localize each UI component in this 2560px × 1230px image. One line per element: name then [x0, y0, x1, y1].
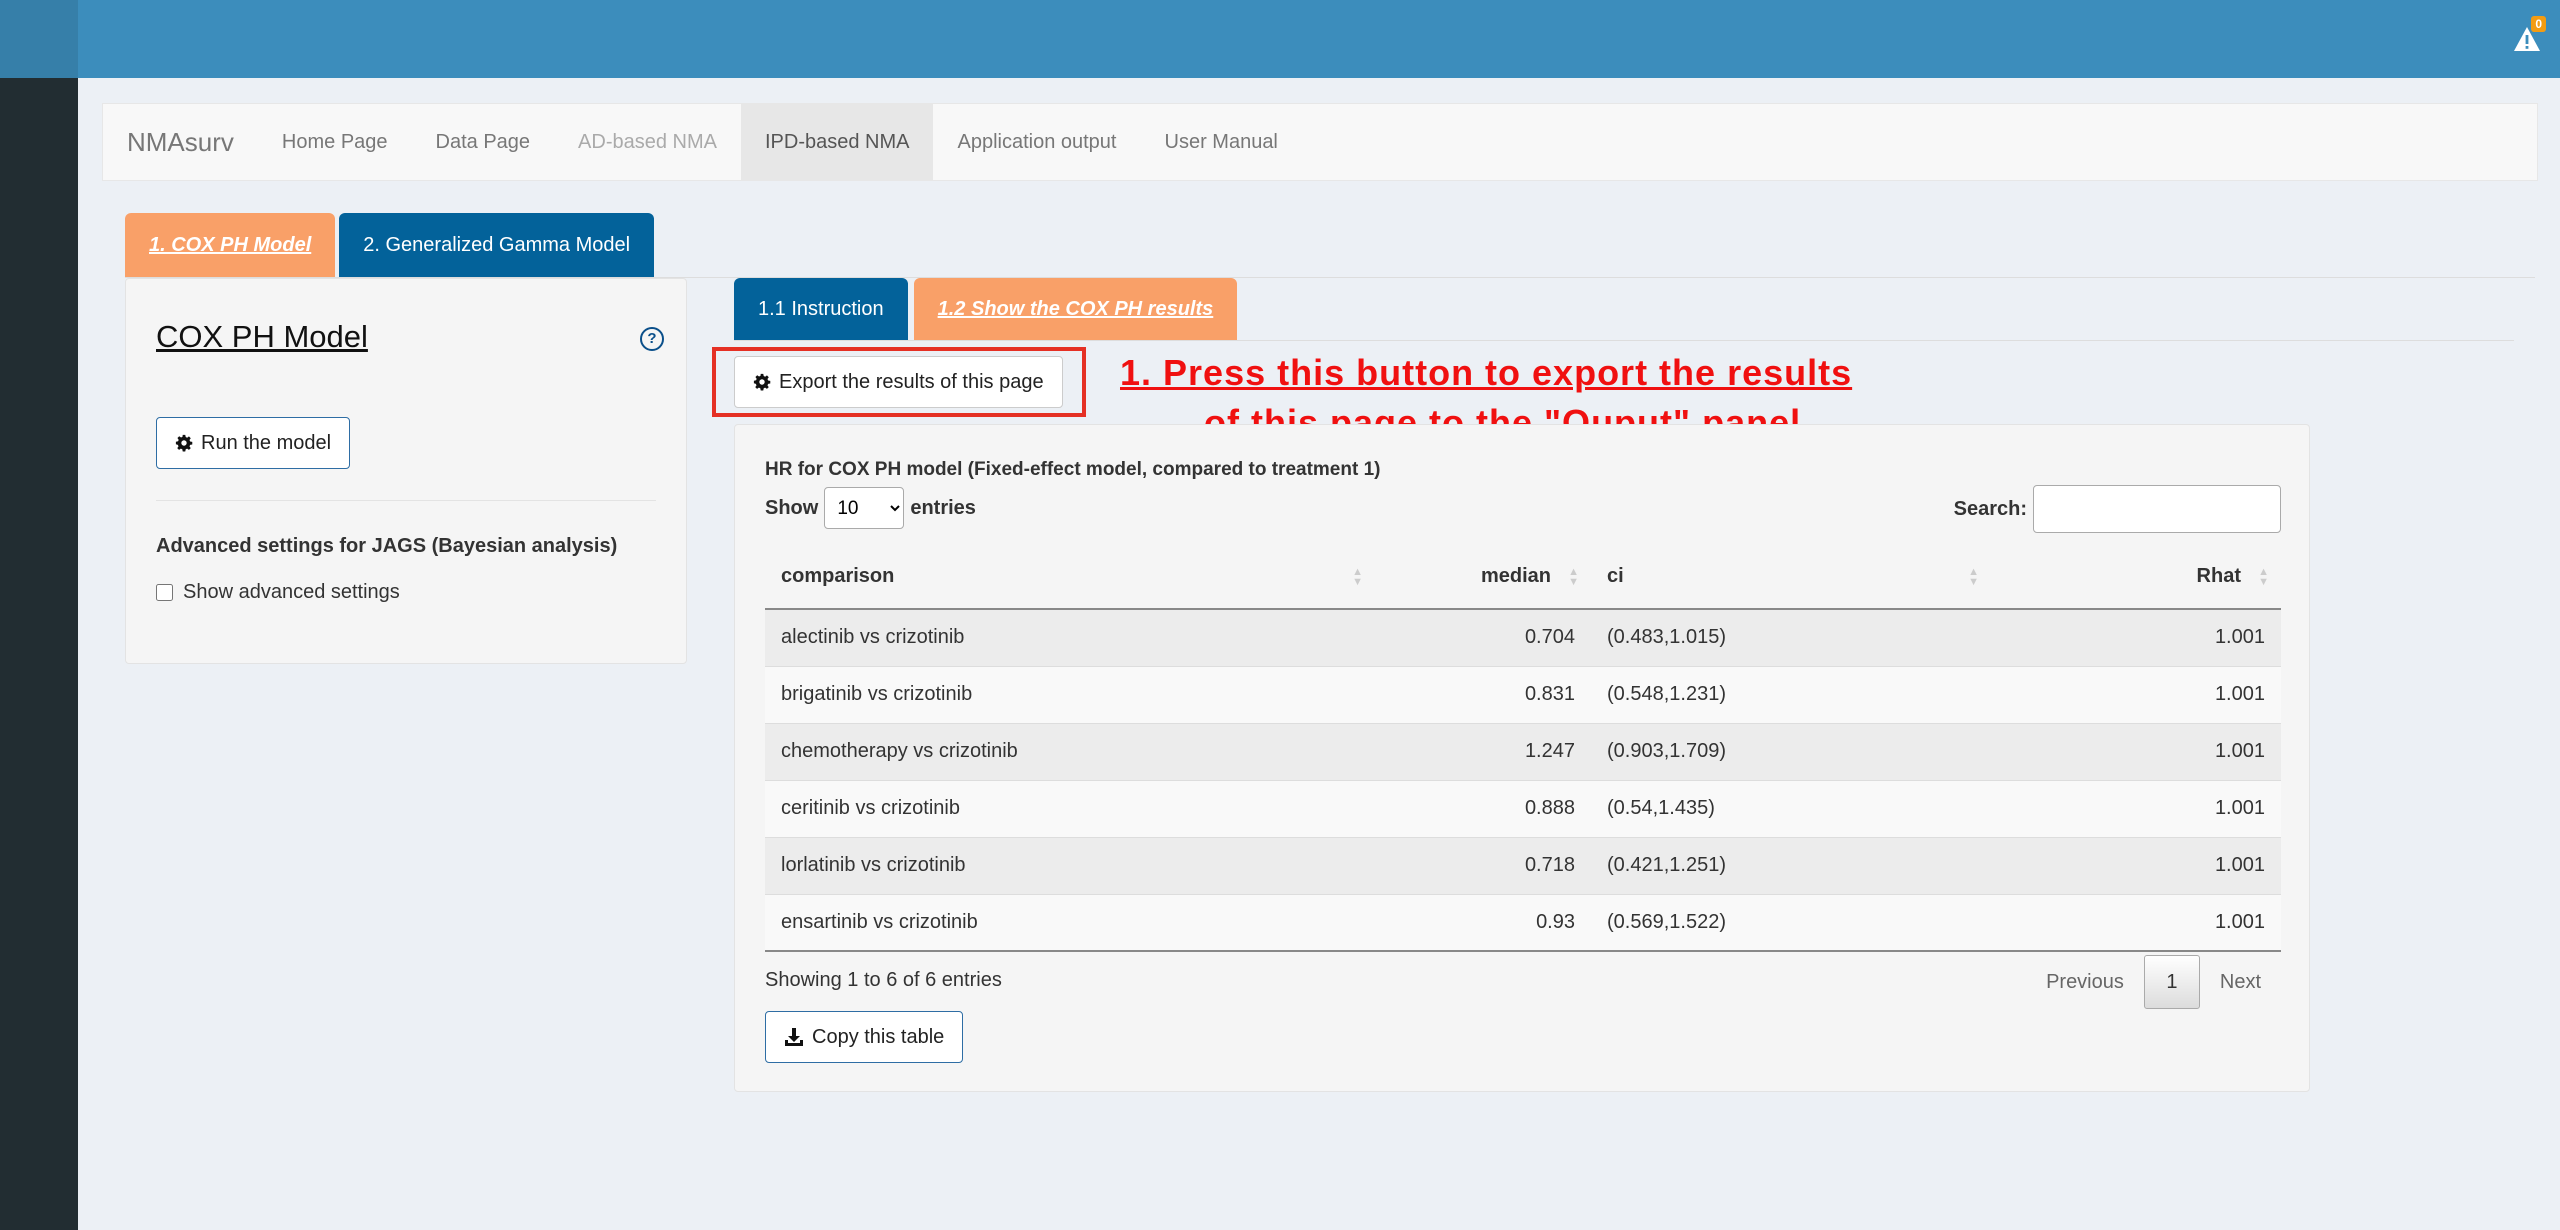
show-advanced-settings-checkbox[interactable]	[156, 584, 173, 601]
cell-comparison: alectinib vs crizotinib	[765, 608, 1375, 666]
annotation-line-1: 1. Press this button to export the resul…	[1120, 352, 1853, 393]
show-advanced-settings-label: Show advanced settings	[183, 581, 400, 603]
advanced-settings-title: Advanced settings for JAGS (Bayesian ana…	[156, 535, 618, 557]
cell-rhat: 1.001	[1991, 779, 2281, 837]
table-row[interactable]: lorlatinib vs crizotinib 0.718 (0.421,1.…	[765, 836, 2281, 894]
cell-ci: (0.548,1.231)	[1591, 665, 1991, 723]
table-row[interactable]: brigatinib vs crizotinib 0.831 (0.548,1.…	[765, 665, 2281, 723]
cell-comparison: lorlatinib vs crizotinib	[765, 836, 1375, 894]
table-row[interactable]: ensartinib vs crizotinib 0.93 (0.569,1.5…	[765, 893, 2281, 952]
model-settings-panel: COX PH Model ? Run the model Advanced se…	[125, 278, 687, 664]
cell-median: 1.247	[1375, 722, 1591, 780]
cell-median: 0.831	[1375, 665, 1591, 723]
cell-comparison: brigatinib vs crizotinib	[765, 665, 1375, 723]
cell-rhat: 1.001	[1991, 836, 2281, 894]
results-table-panel: HR for COX PH model (Fixed-effect model,…	[734, 424, 2310, 1092]
entries-label: entries	[910, 496, 976, 519]
app-brand[interactable]: NMAsurv	[103, 103, 258, 181]
table-info: Showing 1 to 6 of 6 entries	[765, 969, 1002, 991]
nav-user-manual[interactable]: User Manual	[1141, 103, 1302, 181]
sort-arrows-icon: ▲ ▼	[1968, 566, 1979, 588]
cell-ci: (0.903,1.709)	[1591, 722, 1991, 780]
notification-count-badge: 0	[2531, 16, 2546, 32]
table-header-row: comparison ▲ ▼ median ▲ ▼ ci ▲ ▼ Rhat ▲ ▼	[765, 545, 2281, 610]
run-model-button[interactable]: Run the model	[156, 417, 351, 469]
top-header-bar: 0	[0, 0, 2560, 78]
cell-median: 0.704	[1375, 608, 1591, 666]
panel-title: COX PH Model	[156, 319, 368, 354]
copy-table-label: Copy this table	[812, 1025, 945, 1048]
nav-data-page[interactable]: Data Page	[412, 103, 555, 181]
subtab-divider	[734, 340, 2514, 341]
sort-arrows-icon: ▲ ▼	[1352, 566, 1363, 588]
sidebar-toggle-area[interactable]	[0, 0, 78, 78]
result-subtabs: 1.1 Instruction 1.2 Show the COX PH resu…	[734, 278, 1238, 340]
tab-generalized-gamma-model[interactable]: 2. Generalized Gamma Model	[339, 213, 655, 277]
show-advanced-settings-option[interactable]: Show advanced settings	[156, 581, 400, 604]
column-header-ci[interactable]: ci ▲ ▼	[1591, 545, 1991, 610]
table-row[interactable]: chemotherapy vs crizotinib 1.247 (0.903,…	[765, 722, 2281, 780]
nav-ipd-based-nma[interactable]: IPD-based NMA	[740, 103, 934, 181]
cell-comparison: ceritinib vs crizotinib	[765, 779, 1375, 837]
column-header-median[interactable]: median ▲ ▼	[1375, 545, 1591, 610]
table-search: Search:	[1954, 485, 2281, 533]
cell-ci: (0.421,1.251)	[1591, 836, 1991, 894]
cell-comparison: ensartinib vs crizotinib	[765, 893, 1375, 952]
copy-table-button[interactable]: Copy this table	[765, 1011, 964, 1063]
cell-median: 0.93	[1375, 893, 1591, 952]
tab-show-cox-ph-results[interactable]: 1.2 Show the COX PH results	[913, 278, 1238, 340]
notifications-menu[interactable]: 0	[2512, 16, 2546, 54]
cell-rhat: 1.001	[1991, 893, 2281, 952]
cell-ci: (0.569,1.522)	[1591, 893, 1991, 952]
cell-rhat: 1.001	[1991, 665, 2281, 723]
entries-select[interactable]: 10	[824, 487, 905, 529]
nav-application-output[interactable]: Application output	[933, 103, 1140, 181]
sort-arrows-icon: ▲ ▼	[2258, 566, 2269, 588]
table-title: HR for COX PH model (Fixed-effect model,…	[765, 459, 1381, 480]
nav-ad-based-nma[interactable]: AD-based NMA	[554, 103, 741, 181]
cell-rhat: 1.001	[1991, 722, 2281, 780]
cell-ci: (0.54,1.435)	[1591, 779, 1991, 837]
table-row[interactable]: alectinib vs crizotinib 0.704 (0.483,1.0…	[765, 608, 2281, 666]
pagination: Previous 1 Next	[2026, 955, 2281, 1009]
tab-cox-ph-model[interactable]: 1. COX PH Model	[125, 213, 336, 277]
search-label: Search:	[1953, 497, 2027, 520]
main-navbar: NMAsurv Home Page Data Page AD-based NMA…	[102, 103, 2538, 181]
table-row[interactable]: ceritinib vs crizotinib 0.888 (0.54,1.43…	[765, 779, 2281, 837]
cell-ci: (0.483,1.015)	[1591, 608, 1991, 666]
next-page-button[interactable]: Next	[2200, 971, 2281, 994]
search-input[interactable]	[2033, 485, 2281, 533]
cell-median: 0.718	[1375, 836, 1591, 894]
download-icon	[785, 1028, 803, 1046]
gear-icon	[175, 434, 193, 452]
sort-arrows-icon: ▲ ▼	[1568, 566, 1579, 588]
run-model-label: Run the model	[201, 431, 332, 454]
divider	[156, 500, 656, 501]
show-label: Show	[765, 496, 819, 519]
column-header-rhat[interactable]: Rhat ▲ ▼	[1991, 545, 2281, 610]
tab-instruction[interactable]: 1.1 Instruction	[734, 278, 908, 340]
entries-length-control: Show 10 entries	[765, 487, 976, 529]
nav-home-page[interactable]: Home Page	[258, 103, 412, 181]
previous-page-button[interactable]: Previous	[2026, 971, 2144, 994]
column-header-comparison[interactable]: comparison ▲ ▼	[765, 545, 1375, 610]
help-icon[interactable]: ?	[640, 327, 664, 351]
model-tabs: 1. COX PH Model 2. Generalized Gamma Mod…	[125, 213, 655, 277]
left-sidebar	[0, 78, 78, 1230]
cell-comparison: chemotherapy vs crizotinib	[765, 722, 1375, 780]
cell-median: 0.888	[1375, 779, 1591, 837]
page-1-button[interactable]: 1	[2143, 955, 2200, 1009]
results-table: comparison ▲ ▼ median ▲ ▼ ci ▲ ▼ Rhat ▲ ▼ alecti…	[765, 545, 2281, 952]
cell-rhat: 1.001	[1991, 608, 2281, 666]
annotation-highlight-box	[712, 347, 1086, 417]
